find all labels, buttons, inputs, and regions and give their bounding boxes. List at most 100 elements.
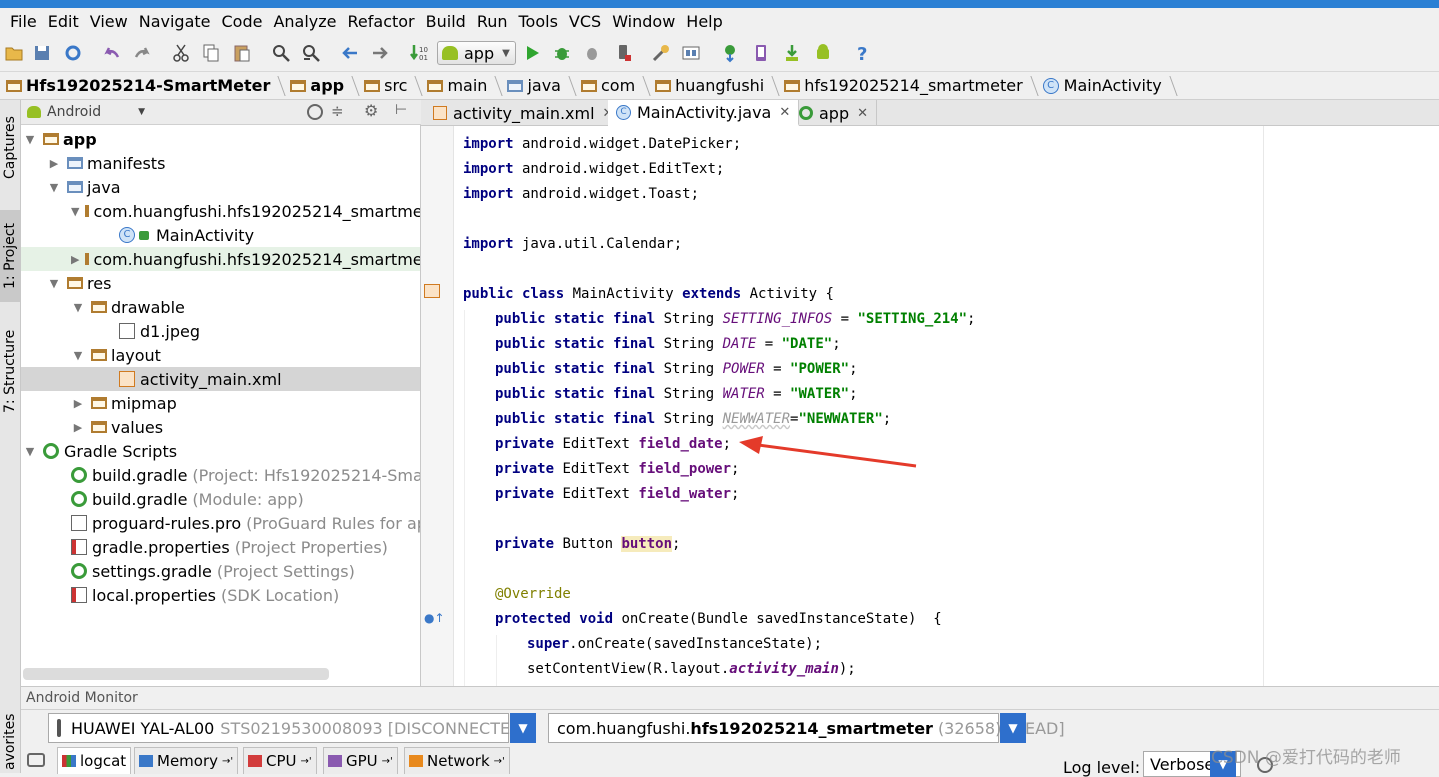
tree-node-build-gradle-project[interactable]: build.gradle(Project: Hfs192025214-Smart… <box>21 463 420 487</box>
tree-node-values[interactable]: ▶ values <box>21 415 420 439</box>
gear-icon[interactable]: ⚙ <box>364 101 378 120</box>
breadcrumb-src[interactable]: src <box>358 72 421 100</box>
copy-icon[interactable] <box>201 43 221 63</box>
undo-icon[interactable] <box>102 43 122 63</box>
back-icon[interactable] <box>340 43 360 63</box>
camera-icon[interactable] <box>27 753 45 767</box>
menu-window[interactable]: Window <box>612 12 675 31</box>
tab-mainactivity-java[interactable]: C MainActivity.java ✕ <box>608 100 800 126</box>
tab-network[interactable]: Network →' <box>404 747 510 774</box>
close-icon[interactable]: ✕ <box>779 105 790 120</box>
run-config-dropdown[interactable]: app ▼ <box>437 41 516 65</box>
horizontal-scrollbar[interactable] <box>23 668 329 680</box>
tree-node-app[interactable]: ▼ app <box>21 127 420 151</box>
find-icon[interactable] <box>271 43 291 63</box>
menu-build[interactable]: Build <box>426 12 466 31</box>
menu-view[interactable]: View <box>90 12 128 31</box>
breadcrumb-project[interactable]: Hfs192025214-SmartMeter <box>0 72 284 100</box>
breadcrumb-package[interactable]: hfs192025214_smartmeter <box>778 72 1036 100</box>
captures-tab[interactable]: Captures <box>0 106 20 190</box>
pin-icon: →' <box>493 755 505 767</box>
tab-memory[interactable]: Memory →' <box>134 747 239 774</box>
chevron-down-icon: ▼ <box>502 47 510 59</box>
sync-gradle-icon[interactable] <box>720 43 740 63</box>
breadcrumb-main[interactable]: main <box>421 72 501 100</box>
tree-node-mipmap[interactable]: ▶ mipmap <box>21 391 420 415</box>
tab-activity-main-xml[interactable]: activity_main.xml✕ <box>425 100 623 126</box>
collapse-all-icon[interactable]: ≑ <box>331 102 344 120</box>
menu-edit[interactable]: Edit <box>48 12 79 31</box>
close-icon[interactable]: ✕ <box>857 106 868 121</box>
run-config-label: app <box>464 43 495 63</box>
stop-device-icon[interactable] <box>613 43 633 63</box>
forward-icon[interactable] <box>370 43 390 63</box>
layout-gutter-icon[interactable] <box>424 284 440 298</box>
tree-label: java <box>87 177 121 197</box>
tree-node-d1-jpeg[interactable]: d1.jpeg <box>21 319 420 343</box>
debug-icon[interactable] <box>552 43 572 63</box>
breadcrumb-mainactivity[interactable]: C MainActivity <box>1037 72 1176 100</box>
project-tool-tab[interactable]: 1: Project <box>0 210 20 302</box>
menu-refactor[interactable]: Refactor <box>348 12 415 31</box>
sdk-download-icon[interactable] <box>782 43 802 63</box>
tab-cpu[interactable]: CPU →' <box>243 747 317 774</box>
breadcrumb-java[interactable]: java <box>501 72 575 100</box>
tree-node-res[interactable]: ▼ res <box>21 271 420 295</box>
android-device-monitor-icon[interactable] <box>813 43 833 63</box>
tree-node-layout[interactable]: ▼ layout <box>21 343 420 367</box>
structure-tool-tab[interactable]: 7: Structure <box>0 322 20 420</box>
device-dropdown[interactable]: HUAWEI YAL-AL00 STS0219530008093 [DISCON… <box>48 713 536 743</box>
make-project-icon[interactable]: 10 01 <box>409 43 429 63</box>
redo-icon[interactable] <box>132 43 152 63</box>
cut-icon[interactable] <box>171 43 191 63</box>
avd-manager-icon[interactable] <box>751 43 771 63</box>
save-icon[interactable] <box>32 43 52 63</box>
hide-panel-icon[interactable]: ⊢ <box>395 102 407 118</box>
tab-app[interactable]: app ✕ <box>791 100 878 126</box>
tree-node-build-gradle-module[interactable]: build.gradle (Module: app) <box>21 487 420 511</box>
tree-node-manifests[interactable]: ▶ manifests <box>21 151 420 175</box>
project-structure-icon[interactable] <box>651 43 671 63</box>
process-dropdown[interactable]: com.huangfushi. hfs192025214_smartmeter (… <box>548 713 1065 743</box>
open-folder-icon[interactable] <box>4 43 24 63</box>
sdk-manager-icon[interactable] <box>681 43 701 63</box>
chevron-down-icon[interactable]: ▼ <box>510 713 536 743</box>
override-gutter-icon[interactable]: ●↑ <box>424 611 445 625</box>
sync-icon[interactable] <box>63 43 83 63</box>
tree-node-package-test[interactable]: ▶ com.huangfushi.hfs192025214_smartmete <box>21 247 420 271</box>
code-area[interactable]: import android.widget.DatePicker; import… <box>463 132 1263 686</box>
tree-node-activity-main-xml[interactable]: activity_main.xml <box>21 367 420 391</box>
tree-node-package-main[interactable]: ▼ com.huangfushi.hfs192025214_smartmete <box>21 199 420 223</box>
paste-icon[interactable] <box>232 43 252 63</box>
tree-node-gradle-properties[interactable]: gradle.properties (Project Properties) <box>21 535 420 559</box>
tree-node-gradle-scripts[interactable]: ▼ Gradle Scripts <box>21 439 420 463</box>
tree-node-java[interactable]: ▼ java <box>21 175 420 199</box>
menu-run[interactable]: Run <box>477 12 508 31</box>
replace-icon[interactable] <box>301 43 321 63</box>
favorites-tool-tab[interactable]: avorites <box>0 710 20 773</box>
menu-vcs[interactable]: VCS <box>569 12 601 31</box>
menu-code[interactable]: Code <box>222 12 263 31</box>
breadcrumb-huangfushi[interactable]: huangfushi <box>649 72 778 100</box>
tree-node-local-properties[interactable]: local.properties (SDK Location) <box>21 583 420 607</box>
tab-gpu[interactable]: GPU →' <box>323 747 398 774</box>
menu-help[interactable]: Help <box>686 12 722 31</box>
locate-icon[interactable] <box>307 104 323 120</box>
menu-file[interactable]: File <box>10 12 37 31</box>
run-icon[interactable] <box>522 43 542 63</box>
tree-node-settings-gradle[interactable]: settings.gradle (Project Settings) <box>21 559 420 583</box>
tree-node-mainactivity[interactable]: C MainActivity <box>21 223 420 247</box>
view-mode-dropdown[interactable]: Android ▼ <box>27 102 147 122</box>
breadcrumb-com[interactable]: com <box>575 72 649 100</box>
menu-navigate[interactable]: Navigate <box>139 12 211 31</box>
tree-node-drawable[interactable]: ▼ drawable <box>21 295 420 319</box>
help-icon[interactable]: ? <box>852 43 872 65</box>
lock-icon <box>139 230 149 240</box>
attach-debugger-icon[interactable] <box>582 43 602 63</box>
breadcrumb-app[interactable]: app <box>284 72 358 100</box>
tree-node-proguard[interactable]: proguard-rules.pro(ProGuard Rules for ap… <box>21 511 420 535</box>
menu-analyze[interactable]: Analyze <box>273 12 336 31</box>
tab-logcat[interactable]: logcat <box>57 747 132 774</box>
menu-tools[interactable]: Tools <box>519 12 558 31</box>
chevron-down-icon[interactable]: ▼ <box>1000 713 1026 743</box>
